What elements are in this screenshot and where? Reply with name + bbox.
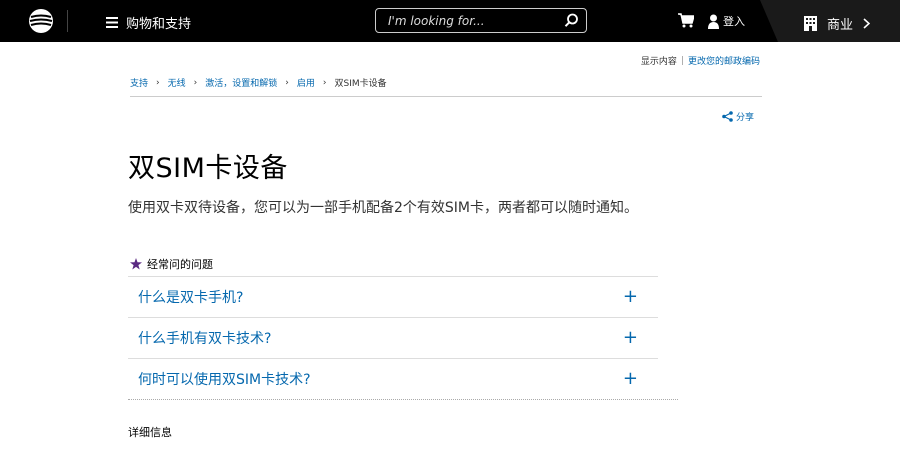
change-zip-link[interactable]: 更改您的邮政编码 [688, 54, 760, 67]
hamburger-icon [106, 17, 118, 28]
search-icon[interactable] [564, 13, 579, 28]
business-tab[interactable]: 商业 [760, 0, 900, 42]
search-input[interactable] [388, 12, 558, 30]
breadcrumb-item-activate[interactable]: 激活，设置和解锁 [205, 76, 277, 89]
breadcrumb-chevron-icon: › [156, 77, 160, 88]
building-icon [804, 16, 817, 31]
utility-separator: | [680, 55, 684, 66]
faq-heading: 经常问的问题 [130, 256, 213, 272]
breadcrumb-item-wireless[interactable]: 无线 [168, 76, 186, 89]
faq-item[interactable]: 什么是双卡手机? + [128, 276, 658, 317]
faq-item[interactable]: 何时可以使用双SIM卡技术? + [128, 358, 658, 399]
user-icon [708, 14, 719, 29]
share-icon [722, 111, 733, 122]
faq-heading-label: 经常问的问题 [147, 258, 213, 271]
expand-plus-icon[interactable]: + [623, 288, 638, 306]
utility-links: 显示内容 | 更改您的邮政编码 [640, 54, 760, 68]
share-label: 分享 [736, 113, 755, 123]
menu-label: 购物和支持 [126, 17, 192, 32]
more-info-heading: 详细信息 [128, 426, 172, 439]
login-button[interactable]: 登入 [708, 13, 745, 29]
breadcrumb-divider [130, 96, 762, 97]
business-label: 商业 [827, 18, 854, 33]
faq-item[interactable]: 什么手机有双卡技术? + [128, 317, 658, 358]
logo-divider [67, 10, 68, 32]
faq-question: 什么手机有双卡技术? [138, 331, 272, 347]
search-box [375, 8, 587, 33]
breadcrumb-item-enable[interactable]: 启用 [297, 76, 315, 89]
breadcrumb: 支持 › 无线 › 激活，设置和解锁 › 启用 › 双SIM卡设备 [130, 76, 387, 90]
login-label: 登入 [723, 15, 745, 28]
cart-icon[interactable] [678, 13, 694, 28]
breadcrumb-chevron-icon: › [193, 77, 198, 88]
faq-bottom-divider [128, 399, 678, 400]
faq-question: 什么是双卡手机? [138, 290, 244, 306]
share-button[interactable]: 分享 [722, 110, 754, 123]
display-content-text: 显示内容 [640, 57, 677, 67]
shop-support-menu-button[interactable]: 购物和支持 [106, 13, 191, 32]
faq-list: 什么是双卡手机? + 什么手机有双卡技术? + 何时可以使用双SIM卡技术? + [128, 276, 658, 399]
att-logo-icon[interactable] [28, 8, 54, 34]
star-icon [130, 258, 142, 270]
faq-question: 何时可以使用双SIM卡技术? [138, 372, 311, 388]
breadcrumb-item-support[interactable]: 支持 [130, 76, 148, 89]
expand-plus-icon[interactable]: + [623, 370, 638, 388]
page-intro: 使用双卡双待设备，您可以为一部手机配备2个有效SIM卡，两者都可以随时通知。 [128, 200, 638, 216]
breadcrumb-item-current: 双SIM卡设备 [334, 79, 387, 89]
page-title: 双SIM卡设备 [128, 153, 288, 184]
top-navigation-bar: 购物和支持 登入 [0, 0, 900, 42]
breadcrumb-chevron-icon: › [285, 77, 289, 88]
breadcrumb-chevron-icon: › [322, 77, 327, 88]
expand-plus-icon[interactable]: + [623, 329, 638, 347]
chevron-right-icon [863, 18, 871, 29]
